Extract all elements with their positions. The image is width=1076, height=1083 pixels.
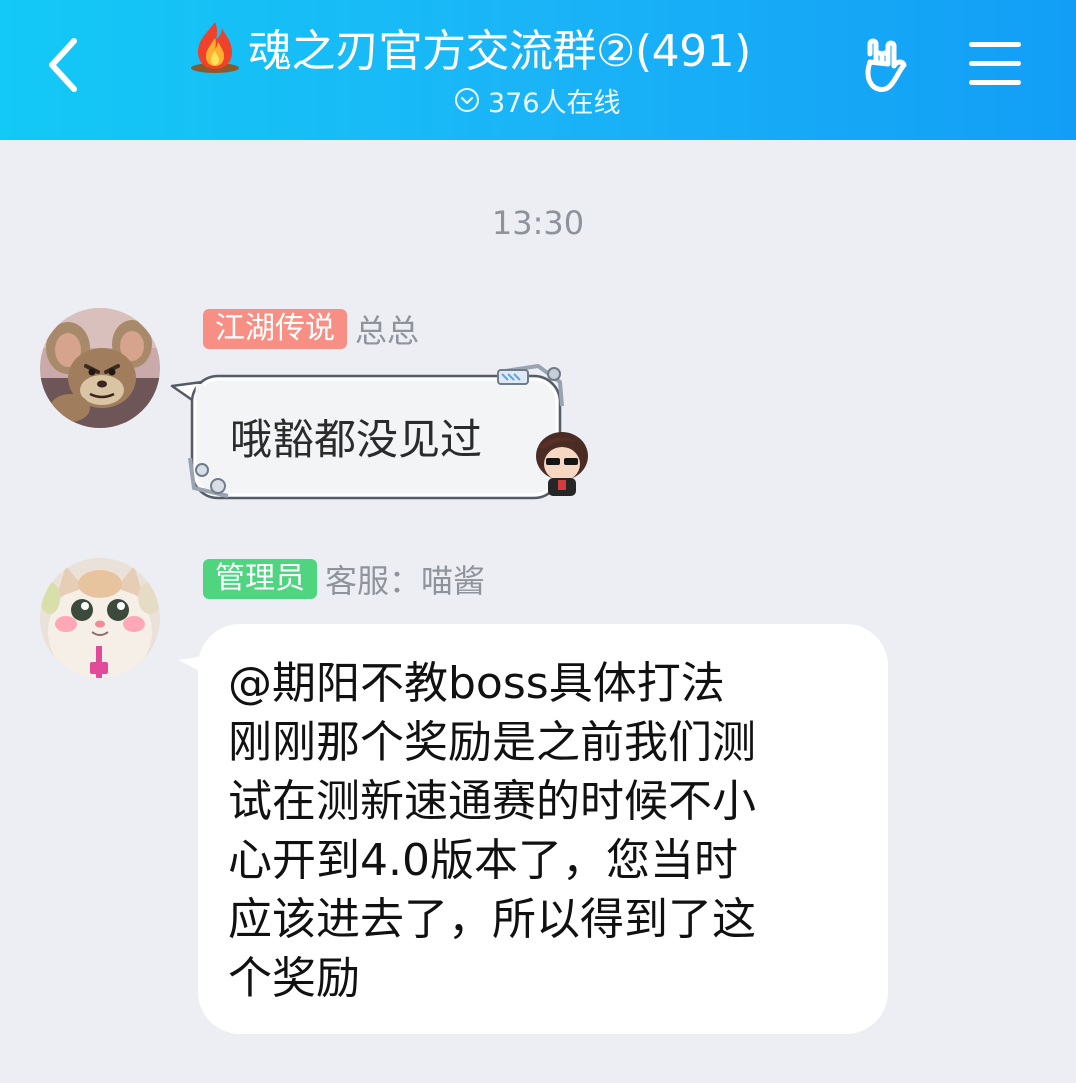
avatar-image bbox=[40, 558, 160, 678]
rock-hand-icon bbox=[865, 38, 907, 92]
chevron-down-circle-icon bbox=[455, 88, 479, 112]
group-title: 魂之刃官方交流群②(491) bbox=[248, 26, 751, 77]
admin-badge[interactable]: 管理员 bbox=[203, 559, 317, 599]
group-title-row[interactable]: 魂之刃官方交流群②(491) bbox=[186, 14, 846, 80]
chevron-left-icon bbox=[49, 38, 77, 92]
message-bubble[interactable]: 哦豁都没见过 bbox=[168, 360, 594, 506]
online-status[interactable]: 376人在线 bbox=[454, 80, 621, 120]
avatar-image bbox=[40, 308, 160, 428]
member-title-badge[interactable]: 江湖传说 bbox=[203, 309, 347, 349]
back-button[interactable] bbox=[34, 30, 94, 100]
online-count: 376人在线 bbox=[488, 87, 621, 119]
kitten-avatar[interactable] bbox=[40, 558, 160, 678]
sender-info: 管理员 客服：喵酱 bbox=[203, 558, 485, 600]
message-timestamp: 13:30 bbox=[491, 204, 585, 242]
menu-button[interactable] bbox=[966, 36, 1024, 92]
fire-icon bbox=[191, 22, 239, 73]
chat-header: 魂之刃官方交流群②(491) 376人在线 bbox=[0, 0, 1076, 140]
group-action-button[interactable] bbox=[856, 32, 922, 98]
sender-name[interactable]: 总总 bbox=[355, 306, 419, 352]
hamburger-menu-icon bbox=[969, 42, 1021, 85]
sender-name[interactable]: 客服：喵酱 bbox=[325, 556, 485, 602]
cartoon-mouse-avatar[interactable] bbox=[40, 308, 160, 428]
message-bubble[interactable]: @期阳不教boss具体打法 刚刚那个奖励是之前我们测 试在测新速通赛的时候不小 … bbox=[198, 624, 888, 1034]
message-text: 哦豁都没见过 bbox=[230, 415, 483, 464]
message-text: @期阳不教boss具体打法 刚刚那个奖励是之前我们测 试在测新速通赛的时候不小 … bbox=[228, 658, 756, 1004]
sender-info: 江湖传说 总总 bbox=[203, 308, 419, 350]
